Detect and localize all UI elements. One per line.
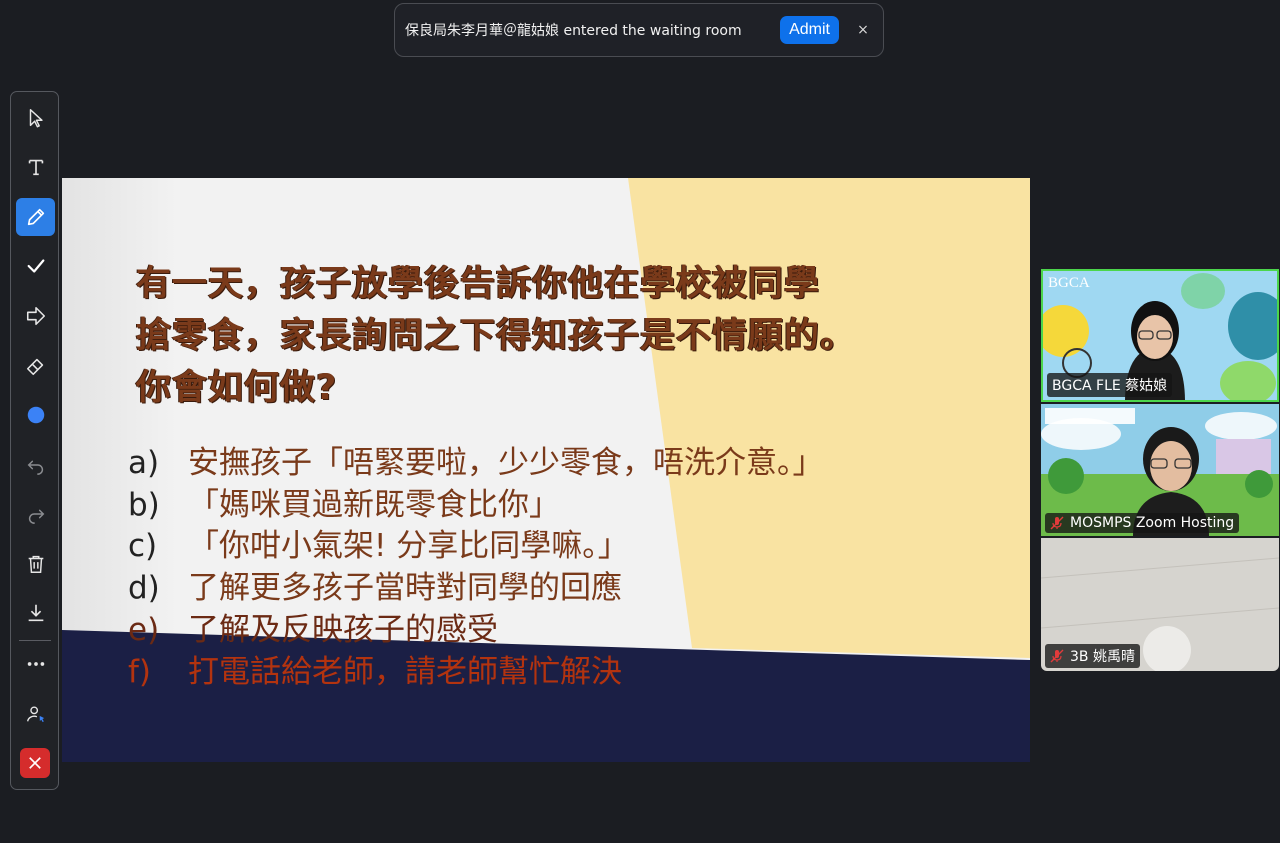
- participant-video-3[interactable]: 3B 姚禹晴: [1041, 538, 1279, 671]
- undo-icon[interactable]: [16, 446, 55, 484]
- download-icon[interactable]: [16, 594, 55, 632]
- close-annotation-icon[interactable]: [20, 748, 50, 778]
- redo-icon[interactable]: [16, 495, 55, 533]
- color-format-icon[interactable]: [16, 396, 55, 434]
- option-d: d) 了解更多孩子當時對同學的回應: [128, 568, 824, 610]
- waiting-room-notification: 保良局朱李月華＠龍姑娘 entered the waiting room Adm…: [394, 3, 884, 57]
- option-b: b) 「媽咪買過新既零食比你」: [128, 485, 824, 527]
- option-text: 打電話給老師，請老師幫忙解決: [188, 653, 622, 690]
- option-label: d): [128, 570, 160, 607]
- option-text: 了解及反映孩子的感受: [188, 611, 498, 648]
- option-text: 了解更多孩子當時對同學的回應: [188, 570, 622, 607]
- option-f: f) 打電話給老師，請老師幫忙解決: [128, 652, 824, 694]
- request-control-icon[interactable]: [16, 695, 55, 733]
- option-text: 「你咁小氣架! 分享比同學嘛。」: [188, 528, 629, 565]
- select-tool-icon[interactable]: [16, 99, 55, 137]
- arrow-spotlight-icon[interactable]: [16, 297, 55, 335]
- participant-name: BGCA FLE 蔡姑娘: [1052, 378, 1168, 394]
- slide-question: 有一天，孩子放學後告訴你他在學校被同學 搶零食，家長詢問之下得知孩子是不情願的。…: [136, 264, 857, 408]
- close-icon[interactable]: ×: [853, 22, 873, 38]
- option-label: b): [128, 486, 160, 523]
- muted-mic-icon: [1050, 649, 1064, 663]
- answer-options: a) 安撫孩子「唔緊要啦，少少零食，唔洗介意。」 b) 「媽咪買過新既零食比你」 c…: [128, 443, 824, 693]
- participant-name: 3B 姚禹晴: [1070, 649, 1135, 665]
- more-icon[interactable]: [16, 645, 55, 683]
- trash-icon[interactable]: [16, 545, 55, 583]
- eraser-icon[interactable]: [16, 347, 55, 385]
- participant-video-2[interactable]: MOSMPS Zoom Hosting: [1041, 404, 1279, 536]
- option-label: c): [128, 528, 158, 565]
- participant-name-tag: 3B 姚禹晴: [1045, 644, 1140, 668]
- muted-mic-icon: [1050, 516, 1064, 530]
- text-tool-icon[interactable]: [16, 148, 55, 186]
- pen-tool-icon[interactable]: [16, 198, 55, 236]
- option-label: e): [128, 611, 160, 648]
- admit-button[interactable]: Admit: [780, 16, 839, 44]
- option-e: e) 了解及反映孩子的感受: [128, 610, 824, 652]
- option-label: a): [128, 445, 160, 481]
- option-text: 安撫孩子「唔緊要啦，少少零食，唔洗介意。」: [188, 445, 824, 481]
- toolbar-divider: [19, 640, 51, 641]
- option-a: a) 安撫孩子「唔緊要啦，少少零食，唔洗介意。」: [128, 443, 824, 485]
- participant-name: MOSMPS Zoom Hosting: [1070, 515, 1235, 531]
- shared-slide: 有一天，孩子放學後告訴你他在學校被同學 搶零食，家長詢問之下得知孩子是不情願的。…: [62, 178, 1030, 762]
- option-label: f): [128, 653, 152, 690]
- bgca-logo: BGCA: [1048, 275, 1090, 291]
- participant-video-1[interactable]: BGCA BGCA FLE 蔡姑娘: [1041, 269, 1279, 402]
- participant-name-tag: BGCA FLE 蔡姑娘: [1047, 373, 1173, 397]
- annotation-toolbar: [10, 91, 59, 790]
- participant-name-tag: MOSMPS Zoom Hosting: [1045, 513, 1240, 533]
- option-c: c) 「你咁小氣架! 分享比同學嘛。」: [128, 526, 824, 568]
- notification-message: 保良局朱李月華＠龍姑娘 entered the waiting room: [405, 23, 742, 39]
- checkmark-stamp-icon[interactable]: [16, 247, 55, 285]
- option-text: 「媽咪買過新既零食比你」: [188, 486, 560, 523]
